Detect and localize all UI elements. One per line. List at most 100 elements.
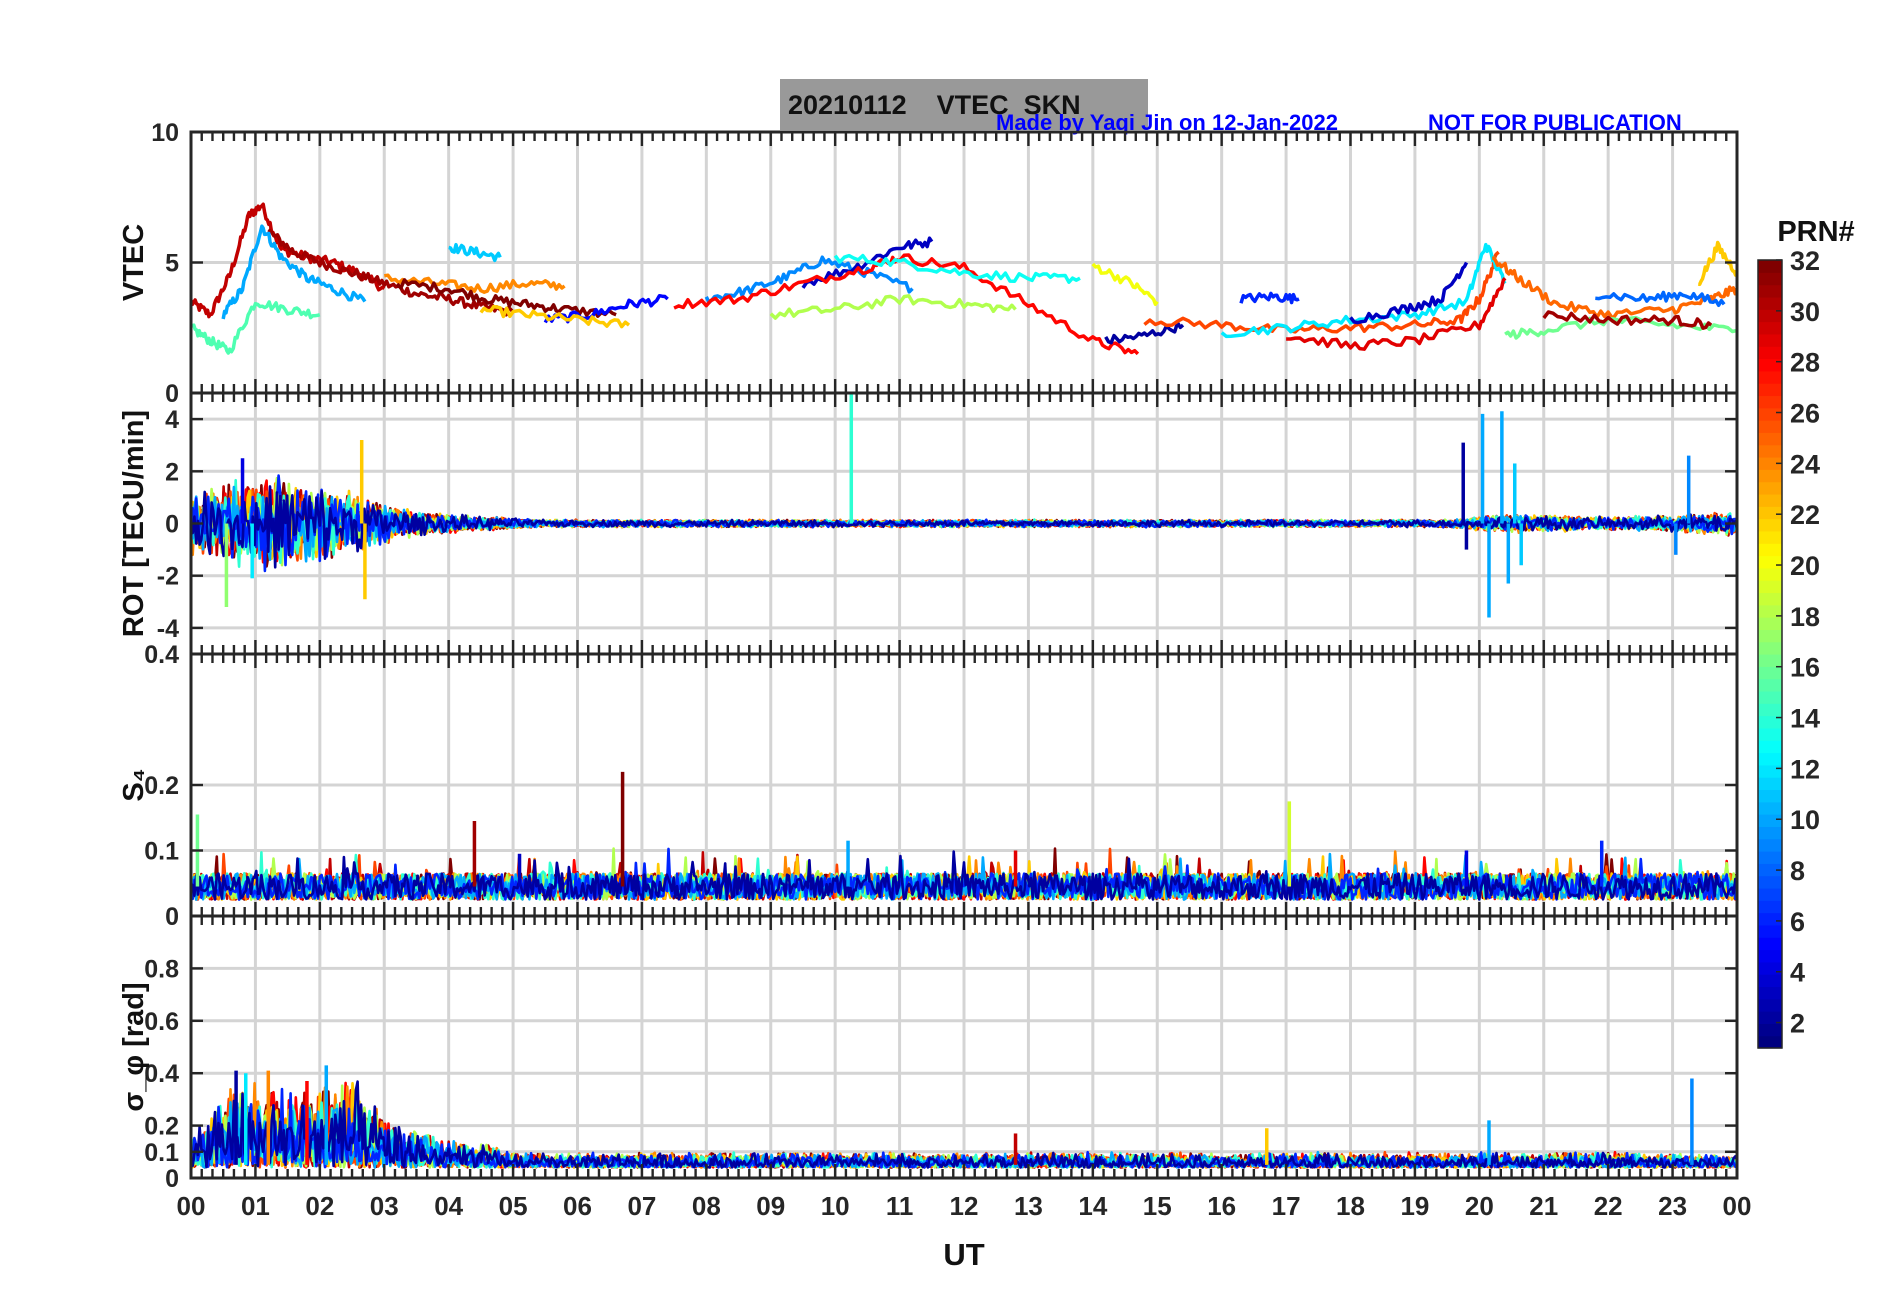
colorbar-segment xyxy=(1758,703,1782,717)
colorbar-segment xyxy=(1758,666,1782,680)
colorbar-segment xyxy=(1758,777,1782,791)
colorbar-segment xyxy=(1758,875,1782,889)
x-tick-label: 09 xyxy=(756,1191,785,1221)
colorbar-segment xyxy=(1758,333,1782,347)
colorbar-segment xyxy=(1758,358,1782,372)
colorbar-segment xyxy=(1758,407,1782,421)
colorbar-tick-label: 8 xyxy=(1790,856,1805,886)
y-axis-label: ROT [TECU/min] xyxy=(118,410,150,637)
y-axis-label: σ_φ [rad] xyxy=(118,982,150,1111)
colorbar-segment xyxy=(1758,851,1782,864)
colorbar-segment xyxy=(1758,629,1782,643)
colorbar-segment xyxy=(1758,506,1782,520)
colorbar-segment xyxy=(1758,493,1782,507)
y-tick-label: 0 xyxy=(165,380,179,408)
colorbar-tick-label: 28 xyxy=(1790,348,1820,378)
x-tick-label: 11 xyxy=(886,1191,914,1221)
panel-sigma_phi: 0.80.60.40.20.10σ_φ [rad] xyxy=(118,914,1739,1193)
colorbar-tick-label: 2 xyxy=(1790,1009,1805,1039)
x-tick-label: 13 xyxy=(1014,1191,1043,1221)
colorbar-segment xyxy=(1758,543,1782,557)
colorbar-segment xyxy=(1758,370,1782,384)
x-tick-label: 02 xyxy=(305,1191,334,1221)
colorbar-segment xyxy=(1758,740,1782,754)
vtec-series-prn25 xyxy=(1492,256,1737,321)
x-tick-label: 15 xyxy=(1143,1191,1172,1221)
x-tick-label: 10 xyxy=(821,1191,850,1221)
x-tick-label: 00 xyxy=(1723,1191,1752,1221)
colorbar-segment xyxy=(1758,764,1782,778)
y-tick-label: -2 xyxy=(157,563,179,591)
colorbar-tick-label: 20 xyxy=(1790,551,1820,581)
colorbar-label: PRN# xyxy=(1777,216,1854,248)
colorbar-segment xyxy=(1758,986,1782,1000)
colorbar-tick-label: 6 xyxy=(1790,907,1805,937)
y-tick-label: 0 xyxy=(165,511,179,539)
colorbar-tick-label: 18 xyxy=(1790,602,1820,632)
colorbar-segment xyxy=(1758,826,1782,840)
x-tick-label: 19 xyxy=(1400,1191,1429,1221)
colorbar-segment xyxy=(1758,321,1782,335)
x-tick-label: 08 xyxy=(692,1191,721,1221)
x-tick-label: 18 xyxy=(1336,1191,1365,1221)
colorbar-segment xyxy=(1758,395,1782,409)
colorbar-segment xyxy=(1758,272,1782,286)
colorbar-segment xyxy=(1758,727,1782,741)
panel-rot: 4 2 0 -2 -4ROT [TECU/min] xyxy=(118,391,1739,656)
y-tick-label: 2 xyxy=(165,458,179,486)
vtec-series-prn6 xyxy=(1239,291,1300,305)
colorbar-segment xyxy=(1758,530,1782,544)
x-tick-label: 20 xyxy=(1465,1191,1494,1221)
vtec-series-prn11 xyxy=(448,242,502,263)
vtec-series-prn20 xyxy=(1091,262,1159,306)
y-tick-label: 0.8 xyxy=(144,955,179,983)
colorbar-segment xyxy=(1758,580,1782,594)
colorbar-segment xyxy=(1758,801,1782,815)
x-tick-label: 17 xyxy=(1272,1191,1301,1221)
colorbar-segment xyxy=(1758,296,1782,310)
vtec-series-prn10 xyxy=(221,224,367,320)
colorbar-segment xyxy=(1758,592,1782,606)
vtec-series-prn28 xyxy=(673,253,1140,356)
colorbar-tick-label: 32 xyxy=(1790,246,1820,276)
vtec-series-prn3 xyxy=(1349,261,1469,325)
colorbar-tick-label: 12 xyxy=(1790,754,1820,784)
x-tick-label: 06 xyxy=(563,1191,592,1221)
colorbar-segment xyxy=(1758,998,1782,1012)
x-tick-label: 00 xyxy=(177,1191,206,1221)
y-tick-label: 0.2 xyxy=(144,1113,179,1141)
colorbar-tick-label: 4 xyxy=(1790,958,1805,988)
y-tick-label: 0 xyxy=(165,1165,179,1193)
colorbar-segment xyxy=(1758,469,1782,483)
y-axis-label: VTEC xyxy=(118,224,150,301)
y-tick-label: 10 xyxy=(151,119,179,147)
y-tick-label: 5 xyxy=(165,250,179,278)
colorbar-tick-label: 10 xyxy=(1790,805,1820,835)
colorbar-tick-label: 16 xyxy=(1790,653,1820,683)
colorbar-tick-label: 14 xyxy=(1790,704,1820,734)
x-axis-label: UT xyxy=(943,1237,984,1272)
colorbar-segment xyxy=(1758,974,1782,988)
y-tick-label: 4 xyxy=(165,406,179,434)
colorbar-segment xyxy=(1758,444,1782,458)
y-axis-label: S₄ xyxy=(118,768,150,801)
colorbar-segment xyxy=(1758,260,1782,273)
colorbar-segment xyxy=(1758,284,1782,298)
x-tick-label: 14 xyxy=(1078,1191,1107,1221)
panel-s4: 0.40.20.10S₄ xyxy=(118,641,1739,931)
colorbar-segment xyxy=(1758,789,1782,803)
x-tick-label: 23 xyxy=(1658,1191,1687,1221)
colorbar-segment xyxy=(1758,961,1782,975)
colorbar-tick-label: 24 xyxy=(1790,449,1820,479)
x-tick-label: 22 xyxy=(1594,1191,1623,1221)
colorbar-segment xyxy=(1758,838,1782,852)
colorbar-segment xyxy=(1758,654,1782,667)
x-tick-label: 04 xyxy=(434,1191,463,1221)
colorbar-segment xyxy=(1758,432,1782,446)
x-tick-label: 01 xyxy=(241,1191,270,1221)
colorbar-segment xyxy=(1758,383,1782,397)
colorbar-segment xyxy=(1758,678,1782,692)
figure-canvas: 1050VTEC420-2-4ROT [TECU/min]0.40.20.10S… xyxy=(118,119,1855,1272)
colorbar-segment xyxy=(1758,555,1782,569)
x-tick-label: 16 xyxy=(1207,1191,1236,1221)
